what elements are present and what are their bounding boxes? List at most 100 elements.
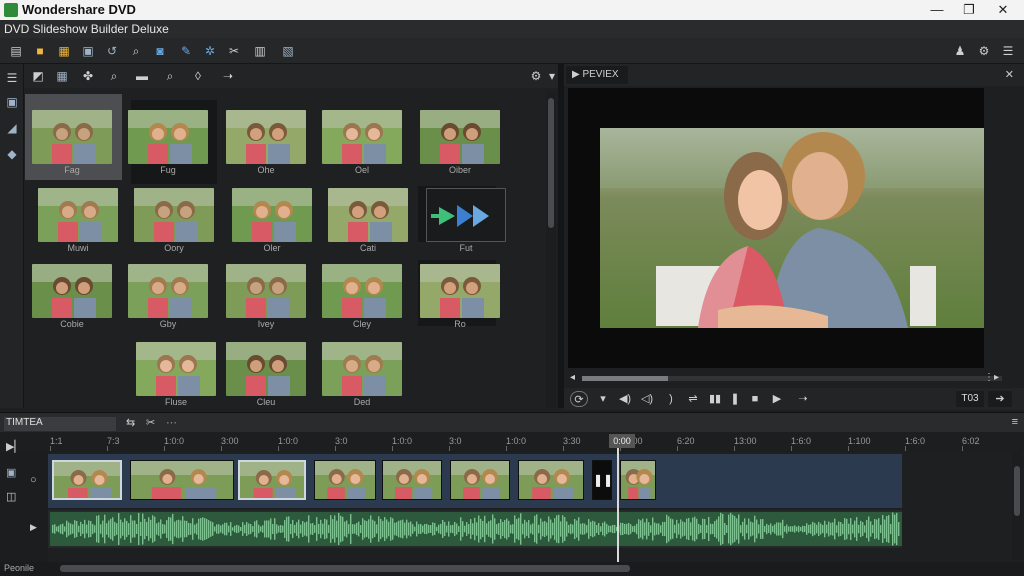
library-thumbnail[interactable] (134, 188, 214, 242)
library-thumbnail[interactable] (322, 264, 402, 318)
settings-icon[interactable]: ⚙ (976, 43, 992, 59)
library-thumbnail[interactable] (226, 110, 306, 164)
waveform-bar (142, 513, 144, 545)
library-thumbnail[interactable] (226, 342, 306, 396)
bars-icon[interactable]: ▮▮ (706, 391, 724, 407)
timeline-vscroll[interactable] (1012, 452, 1022, 560)
capture-icon[interactable]: ◙ (152, 43, 168, 59)
preview-close-icon[interactable]: ✕ (1005, 68, 1014, 81)
waveform-bar (672, 519, 674, 539)
text-icon[interactable]: ◆ (4, 146, 20, 162)
track-toggle-icon[interactable]: ▶▏ (6, 440, 23, 453)
timeline-clip[interactable] (52, 460, 122, 500)
timeline-label: TIMTEA (4, 417, 116, 431)
cut-icon[interactable]: ✂ (226, 43, 242, 59)
library-thumbnail[interactable] (128, 110, 208, 164)
menu-icon[interactable]: ☰ (1000, 43, 1016, 59)
delete-icon[interactable]: ▥ (252, 43, 268, 59)
timeline-clip[interactable] (238, 460, 306, 500)
panel-splitter[interactable] (558, 64, 564, 408)
audio-play-icon[interactable]: ▶ (30, 522, 37, 533)
swap-icon[interactable]: ⇆ (126, 416, 135, 429)
split-icon[interactable]: ✂ (146, 416, 155, 429)
export-icon[interactable]: ▧ (280, 43, 296, 59)
audio-icon[interactable]: ◁) (638, 391, 656, 407)
vscroll-thumb[interactable] (1014, 466, 1020, 516)
library-thumbnail[interactable] (420, 264, 500, 318)
preview-seekbar[interactable]: ◂ ⋮▸ (564, 370, 1024, 388)
library-thumbnail[interactable] (328, 188, 408, 242)
media-icon[interactable]: ▣ (4, 94, 20, 110)
library-thumbnail[interactable] (32, 264, 112, 318)
library-thumbnail[interactable] (322, 110, 402, 164)
volume-icon[interactable]: ◀) (616, 391, 634, 407)
shuffle-icon[interactable]: ✤ (80, 68, 96, 84)
transition-icon[interactable]: ◢ (4, 120, 20, 136)
library-thumbnail[interactable] (136, 342, 216, 396)
timeline-clip[interactable] (518, 460, 584, 500)
timeline-clip[interactable] (314, 460, 376, 500)
audio-track[interactable] (48, 510, 902, 548)
scroll-thumb[interactable] (548, 98, 554, 228)
timeline-hscroll[interactable] (60, 565, 630, 572)
playhead[interactable] (617, 436, 619, 564)
video-track[interactable]: ❚❚ (48, 454, 902, 508)
close-button[interactable]: ✕ (986, 0, 1020, 20)
find-icon[interactable]: ⌕ (162, 68, 178, 84)
folder-icon[interactable]: ▬ (134, 68, 150, 84)
import-icon[interactable]: ▣ (80, 43, 96, 59)
waveform-bar (432, 522, 434, 536)
chevron-down-icon[interactable]: ▾ (594, 391, 612, 407)
maximize-button[interactable]: ❐ (952, 0, 986, 20)
tab-preview[interactable]: ▶ PEVIEX (566, 66, 628, 84)
user-icon[interactable]: ♟ (952, 43, 968, 59)
photo-track-icon[interactable]: ◫ (6, 490, 16, 503)
play-icon[interactable]: ▶ (768, 391, 786, 407)
library-scrollbar[interactable] (546, 92, 556, 408)
search-icon[interactable]: ⌕ (128, 43, 144, 59)
equalizer-icon[interactable]: ⇌ (684, 391, 702, 407)
new-file-icon[interactable]: ▤ (8, 43, 24, 59)
timeline-clip[interactable]: ❚❚ (592, 460, 612, 500)
list-icon[interactable]: ☰ (4, 70, 20, 86)
save-icon[interactable]: ▦ (56, 43, 72, 59)
pause-icon[interactable]: ❚ (726, 391, 744, 407)
library-thumbnail[interactable] (232, 188, 312, 242)
library-thumbnail[interactable] (226, 264, 306, 318)
library-thumbnail[interactable] (32, 110, 112, 164)
edit-icon[interactable]: ✎ (178, 43, 194, 59)
gear-icon[interactable]: ⚙ (528, 68, 544, 84)
library-thumbnail[interactable] (420, 110, 500, 164)
photo-icon[interactable]: ◩ (30, 68, 46, 84)
forward-icon[interactable]: ➔ (988, 391, 1012, 407)
timeline-clip[interactable] (450, 460, 510, 500)
stop-icon[interactable]: ■ (746, 391, 764, 407)
fade-icon[interactable]: ) (662, 391, 680, 407)
loop-icon[interactable]: ⟳ (570, 391, 588, 407)
timeline-clip[interactable] (382, 460, 442, 500)
library-thumbnail[interactable] (322, 342, 402, 396)
effects-icon[interactable]: ✲ (202, 43, 218, 59)
more-icon[interactable]: ⋯ (166, 416, 177, 429)
library-thumbnail[interactable] (128, 264, 208, 318)
video-track-icon[interactable]: ▣ (6, 466, 16, 479)
seek-left-icon[interactable]: ◂ (570, 372, 575, 383)
pin-icon[interactable]: ◊ (190, 68, 206, 84)
arrow-icon[interactable]: ➝ (220, 68, 236, 84)
timeline-menu-icon[interactable]: ≡ (1012, 416, 1018, 428)
undo-icon[interactable]: ↺ (104, 43, 120, 59)
open-folder-icon[interactable]: ■ (32, 43, 48, 59)
zoom-icon[interactable]: ⌕ (106, 68, 122, 84)
next-icon[interactable]: ➝ (792, 391, 814, 407)
timeline-clip[interactable] (130, 460, 234, 500)
timeline-ruler[interactable]: 1:1 7:3 1:0:0 3:00 1:0:0 3:0 1:0:0 3:0 1:0:0 3:30… (0, 432, 1024, 452)
track-circle-icon[interactable]: ○ (30, 474, 37, 486)
timeline-clip[interactable] (620, 460, 656, 500)
seek-track[interactable] (582, 376, 1002, 381)
waveform-bar (194, 524, 196, 534)
library-thumbnail[interactable] (38, 188, 118, 242)
library-thumbnail[interactable] (426, 188, 506, 242)
calendar-icon[interactable]: ▦ (54, 68, 70, 84)
seek-menu-icon[interactable]: ⋮▸ (984, 372, 999, 383)
minimize-button[interactable]: — (920, 0, 954, 20)
